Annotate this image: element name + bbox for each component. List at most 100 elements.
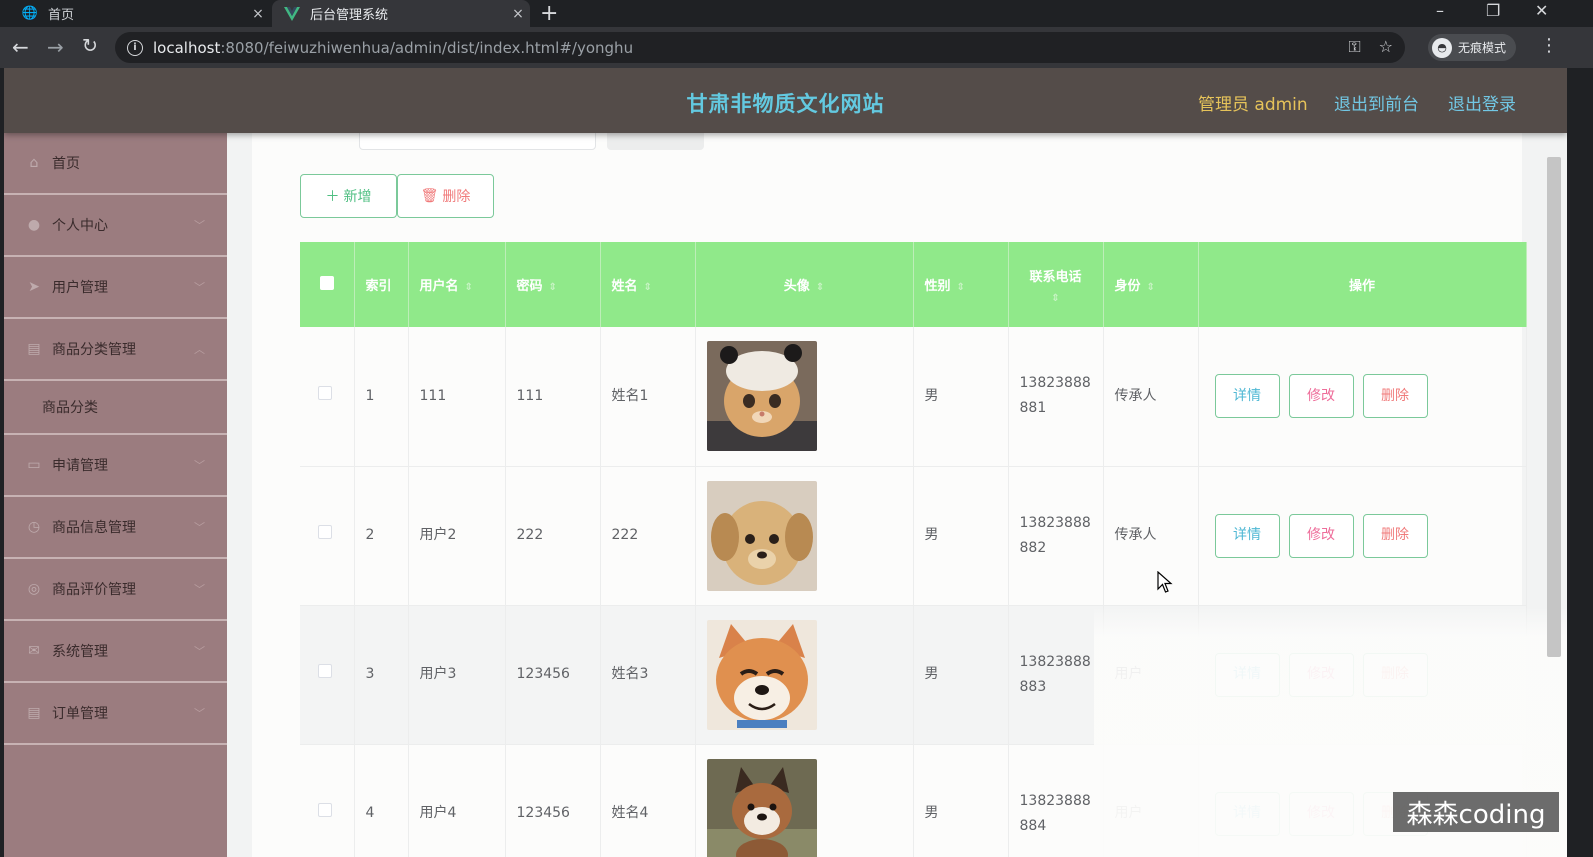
sidebar-item-users[interactable]: ➤ 用户管理 ﹀: [4, 257, 227, 319]
tab-close-icon[interactable]: ×: [506, 6, 530, 22]
search-button[interactable]: [607, 133, 704, 150]
close-window-button[interactable]: ✕: [1535, 0, 1548, 27]
sidebar-item-home[interactable]: ⌂ 首页: [4, 133, 227, 195]
sidebar-item-reviews[interactable]: ◎ 商品评价管理 ﹀: [4, 559, 227, 621]
sidebar-item-label: 系统管理: [52, 644, 108, 660]
cell-phone: 13823888 881: [1008, 327, 1104, 467]
column-header-avatar[interactable]: 头像 ⇕: [695, 242, 914, 327]
address-bar[interactable]: i localhost:8080/feiwuzhiwenhua/admin/di…: [115, 32, 1405, 63]
sort-icon[interactable]: ⇕: [816, 282, 824, 293]
cell-gender: 男: [913, 744, 1009, 857]
row-checkbox[interactable]: [318, 525, 332, 539]
key-icon[interactable]: ⚿: [1348, 37, 1360, 57]
sidebar-subitem-category[interactable]: 商品分类: [4, 381, 227, 435]
sort-icon[interactable]: ⇕: [1147, 282, 1155, 293]
home-icon: ⌂: [29, 155, 39, 171]
cell-phone: 13823888 883: [1008, 605, 1104, 745]
cell-gender: 男: [913, 605, 1009, 745]
cell-password: 222: [505, 466, 601, 606]
avatar-cat-image: [706, 341, 817, 452]
url-text[interactable]: localhost:8080/feiwuzhiwenhua/admin/dist…: [153, 39, 633, 57]
plus-icon: ＋: [325, 189, 340, 205]
back-arrow-icon[interactable]: ←: [12, 35, 29, 59]
batch-delete-button[interactable]: 🗑 删除: [397, 174, 494, 218]
back-to-front-link[interactable]: 退出到前台: [1334, 90, 1419, 115]
new-tab-button[interactable]: +: [540, 0, 558, 27]
sidebar-item-label: 商品信息管理: [52, 520, 136, 536]
incognito-badge[interactable]: ◓ 无痕模式: [1428, 34, 1517, 61]
page-scrollbar[interactable]: [1547, 157, 1561, 657]
cell-actions: 详情 修改 删除: [1198, 466, 1527, 606]
sidebar-item-profile[interactable]: ● 个人中心 ﹀: [4, 195, 227, 257]
cell-name: 姓名4: [600, 744, 696, 857]
reload-icon[interactable]: ↻: [82, 35, 98, 57]
chevron-down-icon: ﹀: [194, 707, 205, 720]
sort-icon[interactable]: ⇕: [549, 282, 557, 293]
sidebar-item-orders[interactable]: ▤ 订单管理 ﹀: [4, 683, 227, 745]
cell-index: 2: [354, 466, 409, 606]
row-select-cell[interactable]: [300, 744, 355, 857]
avatar-shiba-grass-image: [706, 758, 817, 857]
logout-link[interactable]: 退出登录: [1448, 90, 1516, 115]
edit-button[interactable]: 修改: [1288, 513, 1354, 558]
sidebar-item-category-mgmt[interactable]: ▤ 商品分类管理 ︿: [4, 319, 227, 381]
browser-tab-bar: 🌐 首页 × 后台管理系统 × + – ❐ ✕: [0, 0, 1593, 27]
sort-icon[interactable]: ⇕: [1009, 293, 1103, 304]
sidebar-item-product-info[interactable]: ◷ 商品信息管理 ﹀: [4, 497, 227, 559]
browser-tab-admin[interactable]: 后台管理系统 ×: [272, 0, 530, 27]
cell-username: 111: [408, 327, 506, 467]
minimize-button[interactable]: –: [1436, 0, 1444, 27]
user-icon: ●: [27, 217, 41, 233]
sidebar-item-label: 商品分类管理: [52, 342, 136, 358]
info-icon[interactable]: i: [127, 39, 143, 56]
tab-close-icon[interactable]: ×: [246, 6, 270, 22]
cell-password: 123456: [505, 605, 601, 745]
watermark-label: 森森coding: [1393, 792, 1559, 832]
sidebar-item-label: 商品评价管理: [52, 582, 136, 598]
tab-title: 首页: [48, 8, 75, 23]
forward-arrow-icon[interactable]: →: [47, 35, 64, 59]
clipboard-icon: ▤: [27, 705, 41, 721]
sidebar-item-label: 商品分类: [42, 400, 98, 416]
site-title: 甘肃非物质文化网站: [686, 92, 885, 116]
column-header-name[interactable]: 姓名 ⇕: [600, 242, 696, 327]
star-icon[interactable]: ☆: [1379, 37, 1393, 57]
cell-avatar: [695, 327, 914, 467]
edit-button[interactable]: 修改: [1288, 374, 1354, 419]
sidebar-item-applications[interactable]: ▭ 申请管理 ﹀: [4, 435, 227, 497]
detail-button[interactable]: 详情: [1214, 374, 1280, 419]
delete-button[interactable]: 删除: [1362, 374, 1428, 419]
restore-button[interactable]: ❐: [1486, 0, 1500, 27]
add-button[interactable]: ＋ 新增: [300, 174, 397, 218]
sidebar-item-system[interactable]: ✉ 系统管理 ﹀: [4, 621, 227, 683]
row-checkbox[interactable]: [318, 664, 332, 678]
column-header-role[interactable]: 身份 ⇕: [1103, 242, 1199, 327]
cell-username: 用户3: [408, 605, 506, 745]
sort-icon[interactable]: ⇕: [957, 282, 965, 293]
row-select-cell[interactable]: [300, 327, 355, 467]
sort-icon[interactable]: ⇕: [465, 282, 473, 293]
browser-tab-home[interactable]: 🌐 首页 ×: [10, 0, 270, 27]
detail-button[interactable]: 详情: [1214, 513, 1280, 558]
column-header-username[interactable]: 用户名 ⇕: [408, 242, 506, 327]
cell-name: 姓名1: [600, 327, 696, 467]
mouse-pointer-icon: [1157, 571, 1173, 593]
search-input[interactable]: [359, 133, 596, 150]
column-header-phone[interactable]: 联系电话 ⇕: [1008, 242, 1104, 327]
sidebar-item-label: 用户管理: [52, 280, 108, 296]
select-all-checkbox[interactable]: [319, 275, 334, 290]
delete-button[interactable]: 删除: [1362, 513, 1428, 558]
row-select-cell[interactable]: [300, 466, 355, 606]
select-all-cell[interactable]: [300, 242, 355, 327]
column-header-password[interactable]: 密码 ⇕: [505, 242, 601, 327]
avatar-shiba-image: [706, 619, 817, 730]
cell-index: 1: [354, 327, 409, 467]
delete-button-label: 删除: [442, 189, 471, 205]
cell-phone: 13823888 882: [1008, 466, 1104, 606]
row-checkbox[interactable]: [318, 385, 332, 400]
column-header-gender[interactable]: 性别 ⇕: [913, 242, 1009, 327]
row-select-cell[interactable]: [300, 605, 355, 745]
menu-kebab-icon[interactable]: ⋮: [1540, 35, 1558, 56]
sort-icon[interactable]: ⇕: [644, 282, 652, 293]
row-checkbox[interactable]: [318, 803, 332, 817]
